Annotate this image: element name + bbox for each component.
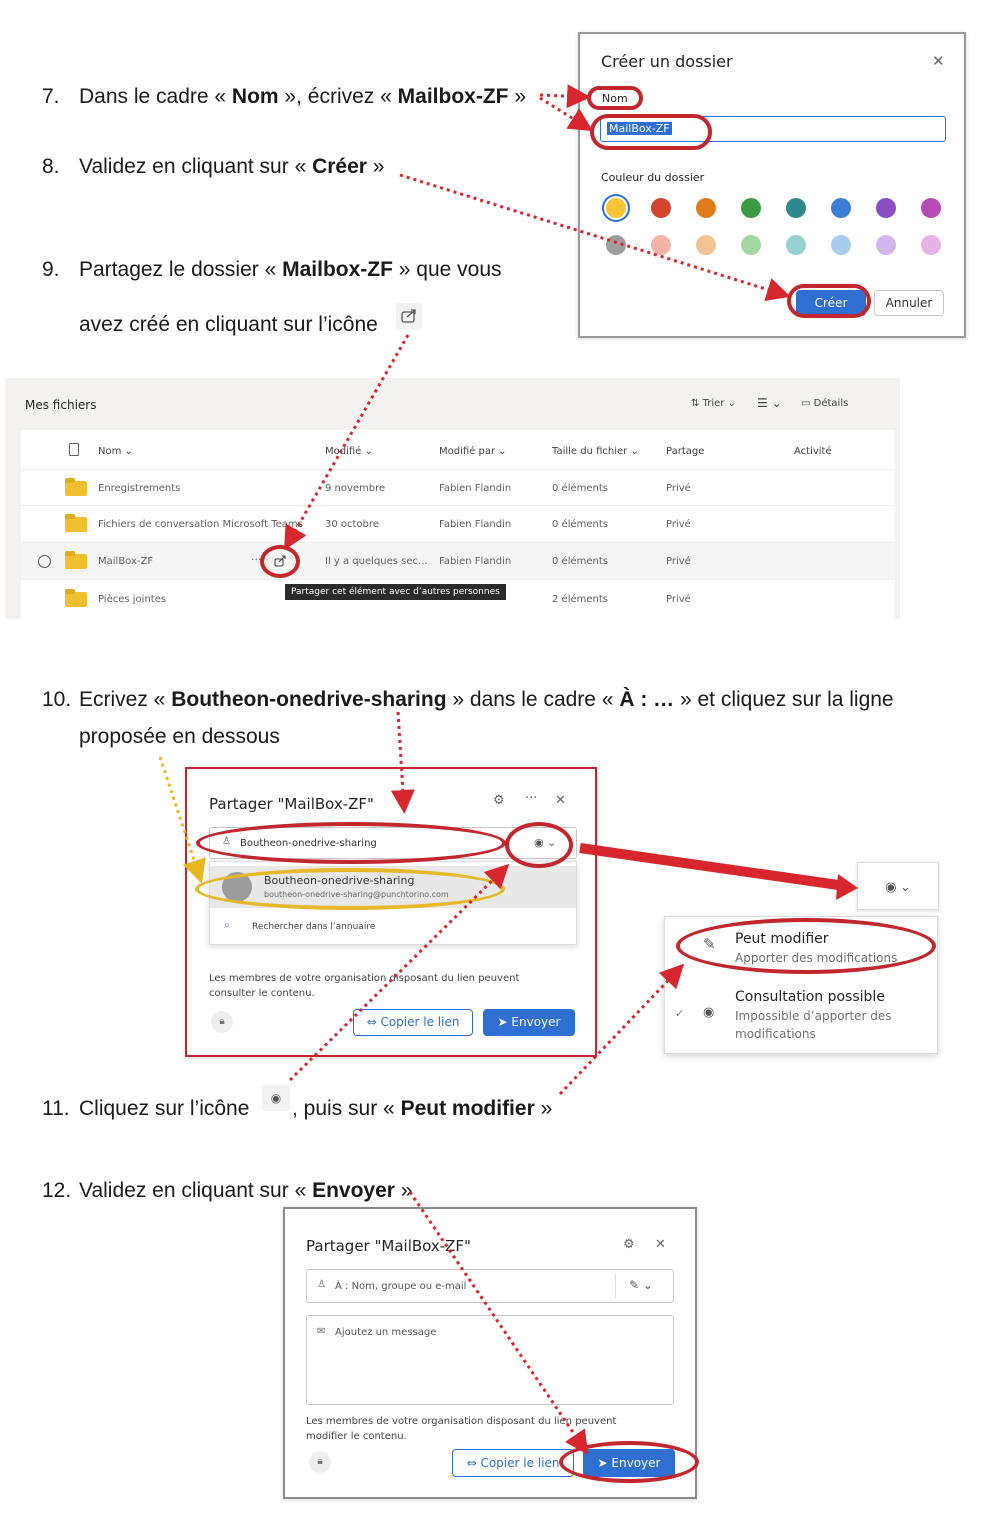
annotation-arrows [158, 84, 858, 1455]
arrow-step10-input [390, 711, 415, 814]
arrow-to-permission [579, 843, 846, 891]
arrow-step8 [399, 173, 791, 302]
arrow-step11-edit [558, 963, 685, 1096]
arrow-step9 [284, 334, 410, 551]
arrow-step7-input [539, 96, 594, 132]
arrow-step12 [408, 1191, 589, 1455]
arrow-step7-label [539, 84, 591, 109]
arrow-step10-suggestion [158, 756, 206, 884]
arrow-step11-eye [288, 863, 510, 1082]
